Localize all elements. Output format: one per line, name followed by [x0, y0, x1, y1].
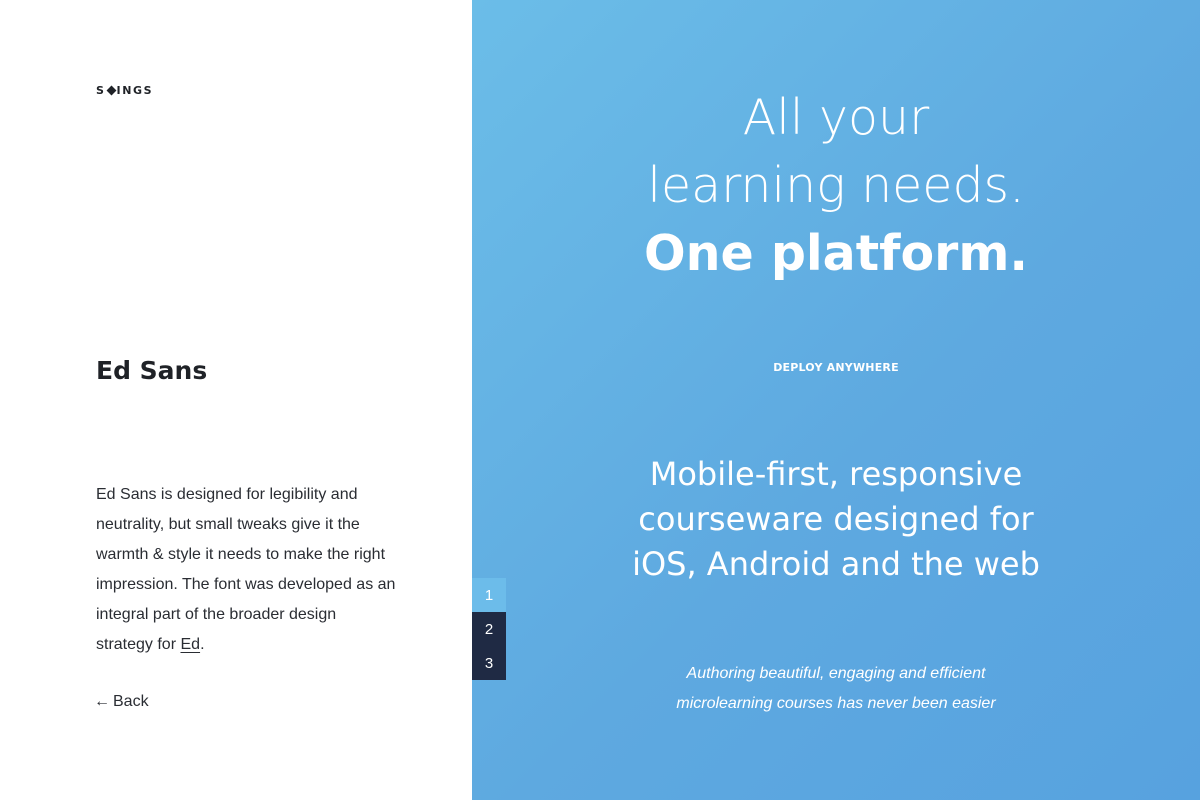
pager-button-2[interactable]: 2	[472, 612, 506, 646]
pager-button-3[interactable]: 3	[472, 646, 506, 680]
hero-headline: All your learning needs. One platform.	[472, 84, 1200, 288]
tagline-line-1: Authoring beautiful, engaging and effici…	[686, 665, 986, 682]
showcase-panel: All your learning needs. One platform. D…	[472, 0, 1200, 800]
brand-logo[interactable]: S INGS	[96, 84, 153, 97]
feature-line-3: iOS, Android and the web	[632, 545, 1040, 583]
section-eyebrow: DEPLOY ANYWHERE	[773, 361, 899, 374]
logo-text-right: INGS	[116, 84, 154, 97]
tagline: Authoring beautiful, engaging and effici…	[472, 659, 1200, 719]
description-end: .	[200, 636, 205, 653]
ed-link[interactable]: Ed	[180, 636, 200, 653]
slide-pager: 1 2 3	[472, 578, 506, 680]
diamond-icon	[106, 85, 116, 96]
feature-line-2: courseware designed for	[638, 500, 1034, 538]
pager-button-1[interactable]: 1	[472, 578, 506, 612]
tagline-line-2: microlearning courses has never been eas…	[676, 695, 996, 712]
description-text: Ed Sans is designed for legibility and n…	[96, 486, 396, 653]
back-label: Back	[113, 693, 149, 710]
headline-line-1: All your	[742, 89, 930, 146]
page: S INGS Ed Sans Ed Sans is designed for l…	[0, 0, 1200, 800]
back-button[interactable]: ← Back	[94, 693, 149, 711]
feature-heading: Mobile-first, responsive courseware desi…	[472, 452, 1200, 587]
info-panel: S INGS Ed Sans Ed Sans is designed for l…	[0, 0, 472, 800]
description: Ed Sans is designed for legibility and n…	[96, 480, 396, 660]
arrow-left-icon: ←	[94, 693, 110, 710]
page-title: Ed Sans	[96, 356, 208, 385]
feature-line-1: Mobile-first, responsive	[649, 455, 1023, 493]
logo-text-left: S	[96, 84, 106, 97]
headline-line-3: One platform.	[643, 225, 1028, 282]
headline-line-2: learning needs.	[647, 157, 1025, 214]
